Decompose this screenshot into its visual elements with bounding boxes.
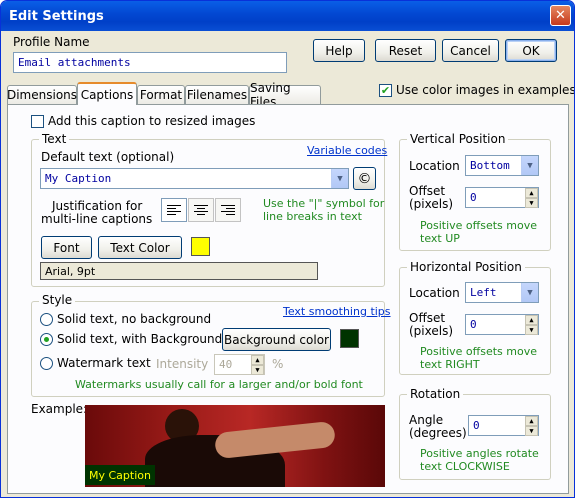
justification-label-1: Justification for [52, 199, 143, 213]
title-bar[interactable]: Edit Settings ✕ [1, 1, 574, 31]
horizontal-hint-1: Positive offsets move [420, 345, 537, 358]
text-color-swatch[interactable] [191, 237, 210, 256]
style-option-no-background-label: Solid text, no background [57, 312, 212, 326]
style-option-with-background-label: Solid text, with Background [57, 332, 223, 346]
percent-label: % [272, 357, 284, 371]
horizontal-offset-value: 0 [470, 318, 477, 331]
text-color-button[interactable]: Text Color [98, 236, 182, 259]
add-caption-label: Add this caption to resized images [48, 114, 256, 128]
horizontal-location-combo[interactable]: Left ▼ [465, 282, 539, 303]
justification-label-2: multi-line captions [41, 212, 153, 226]
vertical-offset-value: 0 [470, 191, 477, 204]
horizontal-location-value: Left [470, 286, 497, 299]
rotation-label: Rotation [407, 387, 464, 401]
edit-settings-window: Edit Settings ✕ Profile Name Email attac… [0, 0, 575, 498]
copyright-button[interactable]: © [353, 167, 376, 190]
vertical-location-combo[interactable]: Bottom ▼ [465, 155, 539, 176]
horizontal-location-label: Location [409, 286, 460, 300]
profile-name-input[interactable]: Email attachments [13, 52, 287, 73]
justify-center-button[interactable] [188, 198, 214, 222]
rotation-angle-value: 0 [473, 419, 480, 432]
intensity-value: 40 [219, 358, 233, 371]
align-center-icon [194, 205, 208, 215]
tab-captions[interactable]: Captions [77, 82, 137, 105]
align-left-icon [167, 205, 181, 215]
cancel-button[interactable]: Cancel [442, 39, 499, 62]
font-description: Arial, 9pt [40, 262, 318, 280]
chevron-down-icon[interactable]: ▼ [521, 283, 538, 302]
chevron-down-icon[interactable]: ▼ [331, 169, 348, 188]
vertical-location-value: Bottom [470, 159, 510, 172]
window-title: Edit Settings [9, 8, 104, 24]
default-text-label: Default text (optional) [41, 150, 175, 164]
style-group-label: Style [39, 293, 76, 307]
spin-down-icon[interactable]: ▼ [525, 198, 538, 208]
rotation-hint-2: text CLOCKWISE [420, 460, 510, 473]
tab-format[interactable]: Format [137, 85, 185, 104]
spin-up-icon[interactable]: ▲ [525, 188, 538, 198]
background-color-swatch[interactable] [340, 329, 359, 348]
line-break-hint-1: Use the "|" symbol for [263, 197, 385, 210]
vertical-offset-label-2: (pixels) [409, 197, 454, 211]
close-icon: ✕ [555, 8, 566, 23]
spin-down-icon[interactable]: ▼ [525, 325, 538, 335]
vertical-offset-label-1: Offset [409, 184, 446, 198]
font-button[interactable]: Font [41, 236, 92, 259]
background-color-button[interactable]: Background color [222, 328, 331, 351]
text-smoothing-link[interactable]: Text smoothing tips [283, 305, 391, 318]
spin-up-icon[interactable]: ▲ [251, 355, 264, 365]
style-option-with-background-radio[interactable] [40, 333, 53, 346]
text-group-label: Text [39, 132, 70, 146]
align-right-icon [221, 205, 235, 215]
line-break-hint-2: line breaks in text [263, 210, 362, 223]
style-option-watermark-radio[interactable] [40, 357, 53, 370]
intensity-spinner[interactable]: 40 ▲ ▼ [214, 354, 265, 375]
style-option-no-background-radio[interactable] [40, 313, 53, 326]
example-image: My Caption [85, 405, 385, 487]
caption-text-value: My Caption [45, 172, 112, 185]
tab-dimensions[interactable]: Dimensions [7, 85, 77, 104]
spin-up-icon[interactable]: ▲ [525, 416, 538, 426]
variable-codes-link[interactable]: Variable codes [307, 144, 387, 157]
example-caption: My Caption [85, 465, 155, 485]
horizontal-position-label: Horizontal Position [407, 260, 525, 274]
use-color-label: Use color images in examples [396, 83, 575, 97]
vertical-hint-1: Positive offsets move [420, 219, 537, 232]
help-button[interactable]: Help [313, 39, 365, 62]
example-label: Example: [31, 402, 88, 416]
rotation-angle-label-2: (degrees) [409, 426, 467, 440]
justify-left-button[interactable] [161, 198, 187, 222]
vertical-position-label: Vertical Position [407, 132, 509, 146]
vertical-offset-spinner[interactable]: 0 ▲ ▼ [465, 187, 539, 208]
copyright-icon: © [357, 170, 372, 187]
add-caption-checkbox[interactable] [31, 115, 44, 128]
intensity-label: Intensity [156, 357, 209, 371]
reset-button[interactable]: Reset [375, 39, 436, 62]
caption-text-combo[interactable]: My Caption ▼ [40, 168, 349, 189]
rotation-hint-1: Positive angles rotate [420, 447, 539, 460]
vertical-hint-2: text UP [420, 232, 460, 245]
horizontal-offset-label-1: Offset [409, 311, 446, 325]
style-option-watermark-label: Watermark text [57, 356, 151, 370]
horizontal-offset-spinner[interactable]: 0 ▲ ▼ [465, 314, 539, 335]
rotation-angle-label-1: Angle [409, 413, 444, 427]
vertical-location-label: Location [409, 159, 460, 173]
horizontal-hint-2: text RIGHT [420, 358, 480, 371]
close-button[interactable]: ✕ [550, 5, 571, 26]
watermark-hint: Watermarks usually call for a larger and… [75, 378, 363, 391]
spin-up-icon[interactable]: ▲ [525, 315, 538, 325]
spin-down-icon[interactable]: ▼ [525, 426, 538, 436]
horizontal-offset-label-2: (pixels) [409, 324, 454, 338]
tab-filenames[interactable]: Filenames [185, 85, 249, 104]
profile-name-label: Profile Name [13, 35, 90, 49]
checkmark-icon: ✔ [380, 84, 391, 97]
use-color-checkbox[interactable]: ✔ [379, 84, 392, 97]
ok-button[interactable]: OK [505, 39, 557, 62]
spin-down-icon[interactable]: ▼ [251, 365, 264, 375]
rotation-angle-spinner[interactable]: 0 ▲ ▼ [468, 415, 539, 436]
tab-saving-files[interactable]: Saving Files [249, 81, 321, 109]
chevron-down-icon[interactable]: ▼ [521, 156, 538, 175]
justify-right-button[interactable] [215, 198, 241, 222]
